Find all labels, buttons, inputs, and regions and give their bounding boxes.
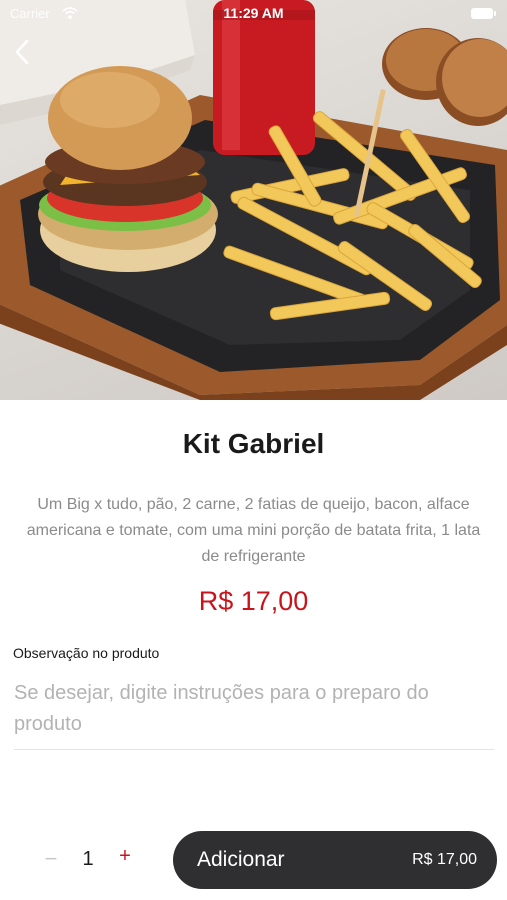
quantity-value: 1: [82, 848, 94, 870]
product-title: Kit Gabriel: [182, 428, 325, 459]
product-description: Um Big x tudo, pão, 2 carne, 2 fatias de…: [26, 496, 481, 565]
back-button[interactable]: [6, 34, 38, 70]
observation-input[interactable]: [14, 678, 494, 750]
add-button-price: R$ 17,00: [412, 851, 477, 868]
product-photo-illustration: [0, 0, 507, 400]
observation-label: Observação no produto: [13, 645, 160, 661]
chevron-left-icon: [15, 39, 29, 65]
increase-quantity-button[interactable]: +: [114, 845, 136, 871]
quantity-stepper: − 1 +: [32, 840, 142, 880]
add-button-label: Adicionar: [197, 848, 285, 871]
product-price: R$ 17,00: [198, 586, 309, 616]
add-to-cart-button[interactable]: Adicionar R$ 17,00: [173, 831, 497, 889]
status-bar: Carrier 11:29 AM: [0, 0, 507, 28]
battery-icon: [471, 8, 496, 19]
decrease-quantity-button[interactable]: −: [40, 846, 62, 872]
status-time: 11:29 AM: [223, 5, 284, 21]
product-image: [0, 0, 507, 400]
